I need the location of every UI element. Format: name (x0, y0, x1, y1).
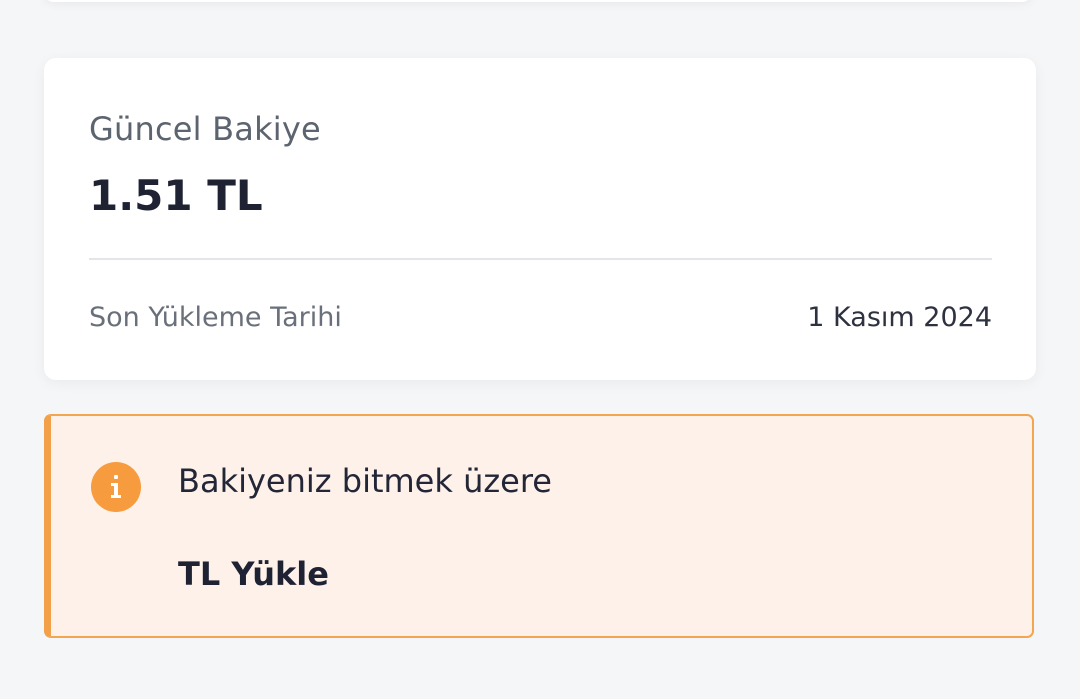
balance-card: Güncel Bakiye 1.51 TL Son Yükleme Tarihi… (44, 58, 1036, 380)
balance-amount: 1.51 TL (89, 171, 263, 220)
info-icon (91, 462, 141, 512)
low-balance-warning: Bakiyeniz bitmek üzere TL Yükle (44, 414, 1034, 638)
divider (89, 258, 992, 260)
last-load-label: Son Yükleme Tarihi (89, 302, 342, 333)
top-up-link[interactable]: TL Yükle (178, 555, 329, 593)
last-load-date: 1 Kasım 2024 (807, 302, 992, 333)
warning-message: Bakiyeniz bitmek üzere (178, 462, 552, 500)
previous-card-edge (44, 0, 1032, 2)
balance-label: Güncel Bakiye (89, 110, 321, 148)
